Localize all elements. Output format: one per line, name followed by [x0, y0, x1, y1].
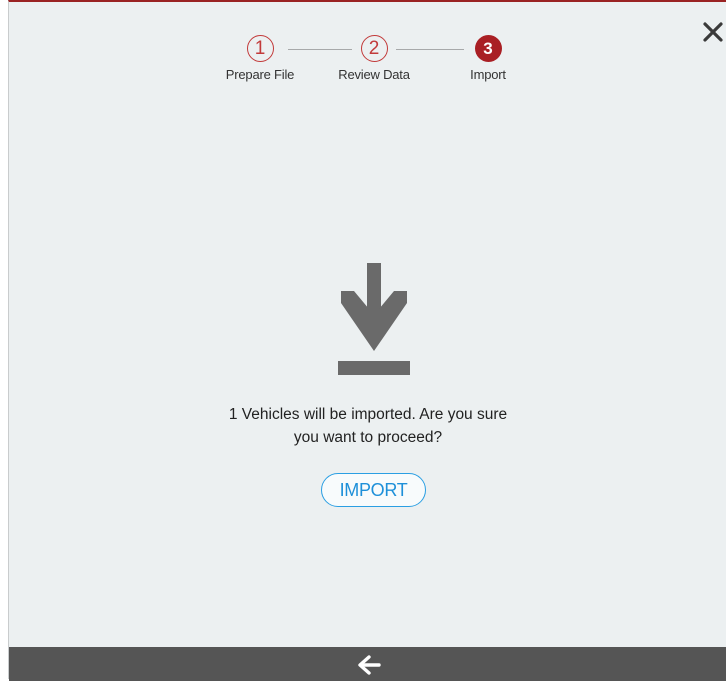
footer-bar: [9, 647, 726, 681]
wizard-stepper: 1 Prepare File 2 Review Data 3 Import: [9, 2, 726, 102]
step-number-circle: 3: [474, 35, 502, 62]
step-import: 3 Import: [428, 35, 548, 82]
message-line: 1 Vehicles will be imported. Are you sur…: [228, 406, 508, 423]
step-label: Prepare File: [225, 67, 295, 82]
step-label: Import: [470, 67, 506, 82]
message-line: you want to proceed?: [293, 429, 443, 446]
step-number-circle: 2: [360, 35, 388, 62]
step-prepare-file: 1 Prepare File: [200, 35, 320, 82]
confirmation-message: 1 Vehicles will be imported. Are you sur…: [168, 403, 568, 449]
import-wizard-dialog: 1 Prepare File 2 Review Data 3 Import 1 …: [8, 0, 726, 681]
back-button[interactable]: [357, 655, 381, 675]
download-icon: [338, 263, 410, 375]
step-number-circle: 1: [246, 35, 274, 62]
step-review-data: 2 Review Data: [314, 35, 434, 82]
arrow-left-icon: [358, 655, 381, 675]
step-label: Review Data: [338, 67, 410, 82]
import-button[interactable]: IMPORT: [321, 473, 426, 507]
